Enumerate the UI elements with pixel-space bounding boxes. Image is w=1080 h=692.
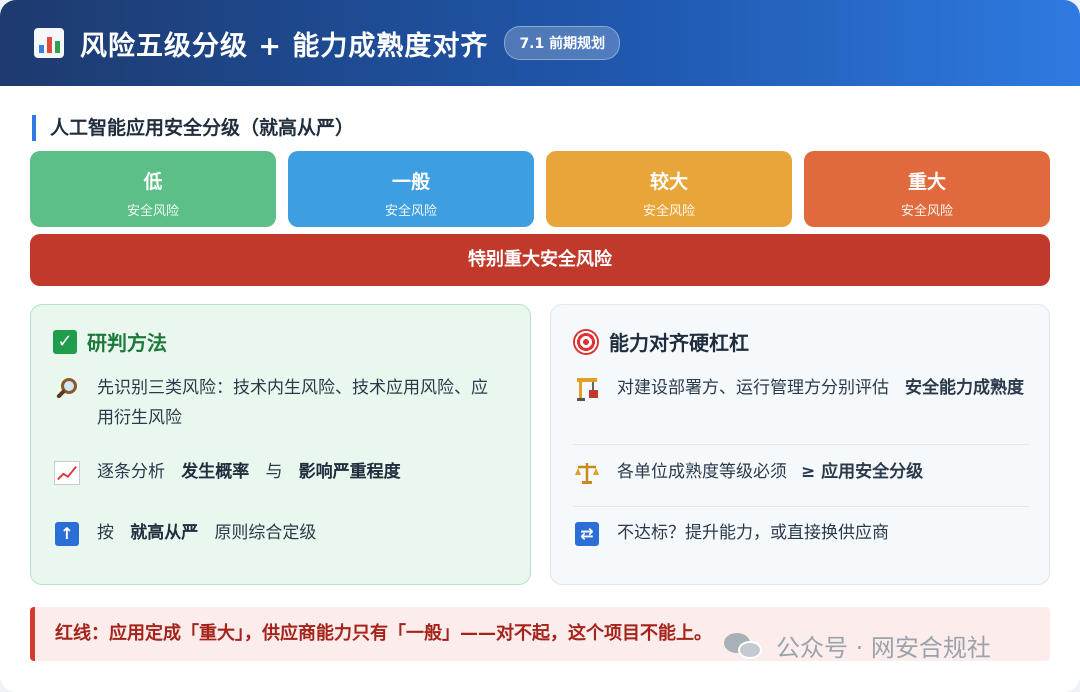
list-item: 逐条分析 发生概率 与 影响严重程度 xyxy=(53,457,401,487)
list-item-text: 不达标？提升能力，或直接换供应商 xyxy=(617,523,889,543)
divider xyxy=(573,444,1029,445)
method-panel-title: 研判方法 xyxy=(87,331,167,355)
cycle-arrows-icon: ⇄ xyxy=(573,520,601,548)
risk-level-sub: 安全风险 xyxy=(900,204,953,219)
up-arrow-icon: ↑ xyxy=(53,520,81,548)
list-item-text: 按 就高从严 原则综合定级 xyxy=(97,523,317,543)
bar-chart-icon xyxy=(34,28,64,58)
risk-level-general: 一般 安全风险 xyxy=(288,151,534,227)
wechat-icon xyxy=(724,631,764,661)
checkbox-icon: ✓ xyxy=(53,329,77,354)
watermark: 公众号 · 网安合规社 xyxy=(724,628,991,663)
list-item-text: 各单位成熟度等级必须 xyxy=(617,462,787,482)
risk-level-sub: 安全风险 xyxy=(384,204,437,219)
risk-level-extreme: 特别重大安全风险 xyxy=(30,234,1050,286)
section-heading: 人工智能应用安全分级（就高从严） xyxy=(32,115,354,141)
list-item: 对建设部署方、运行管理方分别评估 安全能力成熟度 xyxy=(573,373,1029,403)
divider xyxy=(573,506,1029,507)
method-panel-header: ✓ 研判方法 xyxy=(53,327,167,356)
risk-level-low: 低 安全风险 xyxy=(30,151,276,227)
section-badge: 7.1 前期规划 xyxy=(504,26,621,60)
list-item-text: 对建设部署方、运行管理方分别评估 xyxy=(617,378,889,398)
list-item: 各单位成熟度等级必须 ≥ 应用安全分级 xyxy=(573,457,923,487)
scale-icon xyxy=(573,459,601,487)
list-item: 先识别三类风险：技术内生风险、技术应用风险、应用衍生风险 xyxy=(53,373,509,433)
risk-level-sub: 安全风险 xyxy=(126,204,179,219)
align-panel-title: 能力对齐硬杠杠 xyxy=(609,331,749,355)
risk-level-name: 一般 xyxy=(391,171,430,193)
risk-level-name: 重大 xyxy=(907,171,946,193)
slide-card: 风险五级分级 + 能力成熟度对齐 7.1 前期规划 人工智能应用安全分级（就高从… xyxy=(0,0,1080,692)
page-title: 风险五级分级 + 能力成熟度对齐 xyxy=(80,30,489,62)
risk-level-sub: 安全风险 xyxy=(642,204,695,219)
align-panel: 能力对齐硬杠杠 对建设部署方、运行管理方分别评估 安全能力成熟度 各单位成熟度等… xyxy=(550,304,1050,585)
list-item-text: 先识别三类风险：技术内生风险、技术应用风险、应用衍生风险 xyxy=(97,378,488,428)
method-panel: ✓ 研判方法 先识别三类风险：技术内生风险、技术应用风险、应用衍生风险 逐条分析… xyxy=(30,304,531,585)
chart-increasing-icon xyxy=(53,459,81,487)
risk-level-name: 低 xyxy=(143,171,163,193)
list-item-bold: ≥ 应用安全分级 xyxy=(801,462,924,482)
risk-level-name: 较大 xyxy=(649,171,688,193)
magnifier-icon xyxy=(53,375,81,403)
target-icon xyxy=(573,328,599,355)
crane-icon xyxy=(573,375,601,403)
list-item-text: 逐条分析 发生概率 与 影响严重程度 xyxy=(97,462,401,482)
header-bar: 风险五级分级 + 能力成熟度对齐 7.1 前期规划 xyxy=(0,0,1080,86)
list-item: ⇄ 不达标？提升能力，或直接换供应商 xyxy=(573,518,889,548)
risk-level-larger: 较大 安全风险 xyxy=(546,151,792,227)
list-item: ↑ 按 就高从严 原则综合定级 xyxy=(53,518,316,548)
align-panel-header: 能力对齐硬杠杠 xyxy=(573,327,749,356)
list-item-bold: 安全能力成熟度 xyxy=(905,378,1024,398)
risk-level-major: 重大 安全风险 xyxy=(804,151,1050,227)
watermark-text: 公众号 · 网安合规社 xyxy=(776,634,991,662)
